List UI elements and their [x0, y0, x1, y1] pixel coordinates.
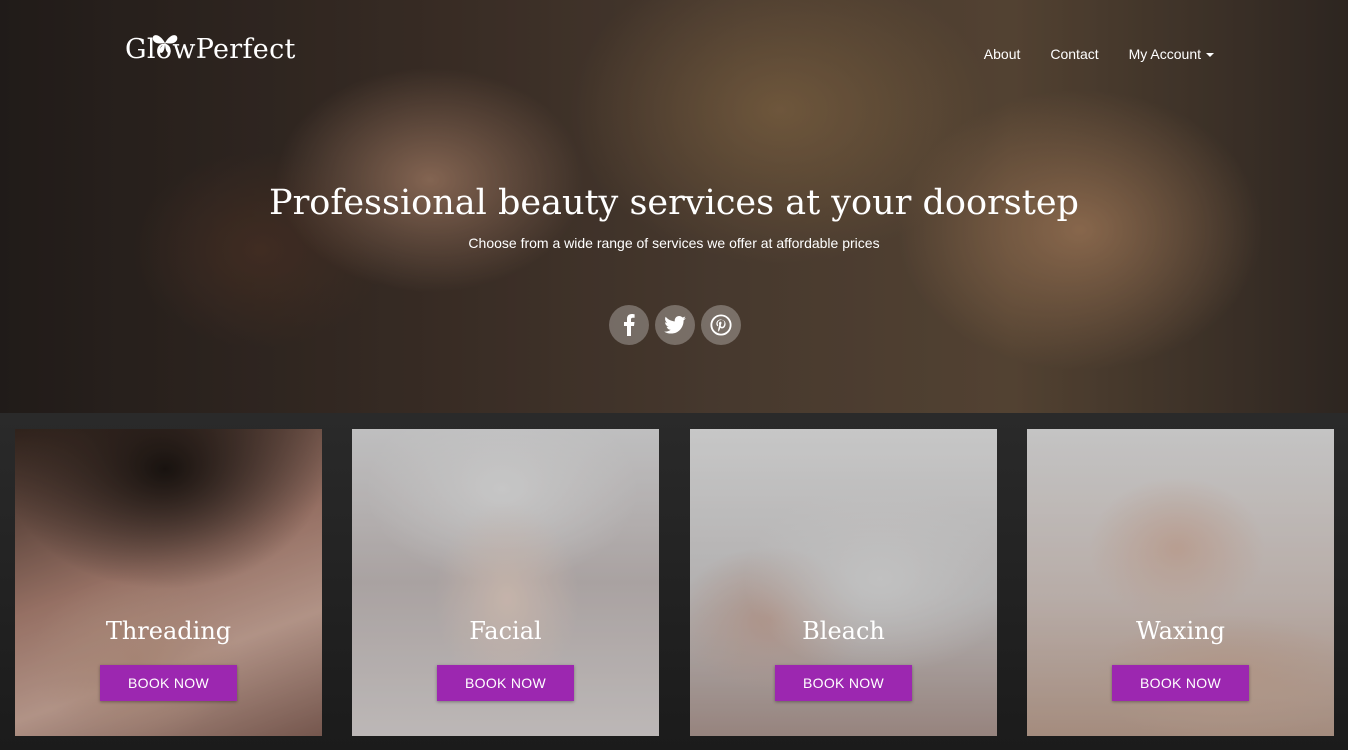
hero-banner: GlowPerfect About Contact My Account Pro…	[0, 0, 1348, 413]
facebook-link[interactable]	[609, 305, 649, 345]
book-now-threading-button[interactable]: BOOK NOW	[100, 665, 237, 701]
book-now-facial-button[interactable]: BOOK NOW	[437, 665, 574, 701]
nav-about[interactable]: About	[984, 46, 1021, 62]
nav-contact[interactable]: Contact	[1050, 46, 1098, 62]
brand-logo[interactable]: GlowPerfect	[125, 34, 296, 65]
social-links	[609, 305, 741, 345]
book-now-bleach-button[interactable]: BOOK NOW	[775, 665, 912, 701]
pinterest-icon	[710, 314, 732, 336]
service-title: Bleach	[802, 617, 885, 645]
twitter-icon	[664, 316, 686, 334]
hero-subtitle: Choose from a wide range of services we …	[468, 235, 880, 251]
twitter-link[interactable]	[655, 305, 695, 345]
facebook-icon	[624, 314, 635, 336]
service-card-bleach: Bleach BOOK NOW	[690, 429, 997, 736]
service-title: Facial	[469, 617, 542, 645]
top-navigation: About Contact My Account	[984, 46, 1214, 62]
hero-title: Professional beauty services at your doo…	[269, 183, 1079, 223]
service-card-threading: Threading BOOK NOW	[15, 429, 322, 736]
chevron-down-icon	[1206, 53, 1214, 58]
services-section: Threading BOOK NOW Facial BOOK NOW Bleac…	[0, 413, 1348, 750]
service-title: Waxing	[1136, 617, 1225, 645]
butterfly-icon	[152, 35, 178, 53]
pinterest-link[interactable]	[701, 305, 741, 345]
nav-my-account[interactable]: My Account	[1129, 46, 1214, 62]
service-card-facial: Facial BOOK NOW	[352, 429, 659, 736]
nav-my-account-label: My Account	[1128, 46, 1201, 62]
service-title: Threading	[105, 617, 232, 645]
service-card-waxing: Waxing BOOK NOW	[1027, 429, 1334, 736]
book-now-waxing-button[interactable]: BOOK NOW	[1112, 665, 1249, 701]
